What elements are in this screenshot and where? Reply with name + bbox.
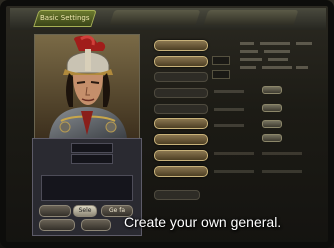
- stat-button-8[interactable]: [154, 150, 208, 161]
- stat-slot-3[interactable]: [154, 72, 208, 82]
- name-field[interactable]: [71, 143, 113, 153]
- random-button[interactable]: [39, 219, 75, 231]
- stat-slot-4[interactable]: [154, 88, 208, 98]
- select-button[interactable]: Sele: [73, 205, 97, 217]
- tab-second[interactable]: [109, 10, 201, 25]
- data-mark: [262, 152, 302, 155]
- confirm-button[interactable]: [81, 219, 111, 231]
- value-box-2: [212, 70, 230, 79]
- data-mark: [214, 90, 244, 93]
- value-blob-3[interactable]: [262, 120, 282, 128]
- stat-button-9[interactable]: [154, 166, 208, 177]
- stat-button-7[interactable]: [154, 134, 208, 145]
- reading-field[interactable]: [71, 154, 113, 164]
- data-mark: [260, 42, 290, 45]
- caption-text: Create your own general.: [124, 214, 282, 230]
- data-mark: [264, 50, 290, 53]
- value-blob-1[interactable]: [262, 86, 282, 94]
- stat-slot-10[interactable]: [154, 190, 200, 200]
- data-mark: [262, 170, 302, 173]
- data-mark: [214, 108, 244, 111]
- data-mark: [296, 66, 308, 69]
- data-mark: [268, 58, 288, 61]
- value-blob-4[interactable]: [262, 134, 282, 142]
- data-mark: [214, 124, 244, 127]
- stat-button-1[interactable]: [154, 40, 208, 51]
- tab-label: Basic Settings: [40, 14, 90, 22]
- tab-third[interactable]: [203, 10, 299, 25]
- stat-button-2[interactable]: [154, 56, 208, 67]
- data-mark: [240, 66, 256, 69]
- data-mark: [214, 170, 254, 173]
- stat-button-6[interactable]: [154, 118, 208, 129]
- stat-slot-5[interactable]: [154, 104, 208, 114]
- value-box-1: [212, 56, 230, 65]
- option-button-left[interactable]: [39, 205, 71, 217]
- value-blob-2[interactable]: [262, 104, 282, 112]
- data-mark: [240, 42, 254, 45]
- data-mark: [296, 42, 312, 45]
- general-portrait[interactable]: [34, 34, 140, 140]
- data-mark: [214, 152, 254, 155]
- tab-basic-settings[interactable]: Basic Settings: [33, 10, 97, 27]
- game-screen: Basic Settings Sele Ge fa Create your ow…: [0, 0, 334, 248]
- biography-box[interactable]: [41, 175, 133, 201]
- data-mark: [240, 50, 258, 53]
- data-mark: [262, 66, 292, 69]
- data-mark: [240, 58, 262, 61]
- warrior-portrait-image: [35, 35, 139, 139]
